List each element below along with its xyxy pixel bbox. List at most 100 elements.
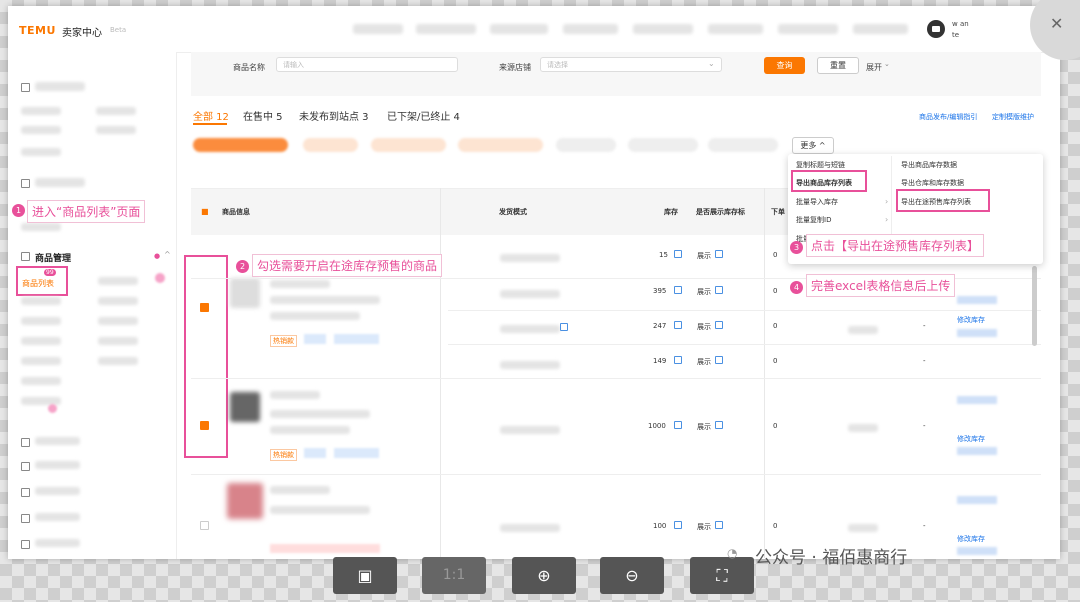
edit-icon[interactable]: [674, 286, 682, 294]
product-thumbnail[interactable]: [230, 392, 260, 422]
edit-stock-link[interactable]: 修改库存: [957, 315, 985, 325]
sidebar-item-blurred[interactable]: [98, 297, 138, 305]
edit-icon[interactable]: [715, 356, 723, 364]
sidebar-section-blurred[interactable]: [35, 487, 80, 495]
edit-icon[interactable]: [715, 321, 723, 329]
edit-icon[interactable]: [674, 521, 682, 529]
edit-icon[interactable]: [674, 356, 682, 364]
fit-screen-button[interactable]: ⛶: [690, 557, 754, 594]
sidebar-item-blurred[interactable]: [98, 317, 138, 325]
actual-size-button[interactable]: 1:1: [422, 557, 486, 594]
sidebar-item-blurred[interactable]: [98, 357, 138, 365]
sidebar-item-blurred[interactable]: [21, 297, 61, 305]
filter-pill-blurred[interactable]: [628, 138, 698, 152]
avatar[interactable]: [927, 20, 945, 38]
row-checkbox[interactable]: [200, 521, 209, 530]
nav-link-blurred[interactable]: [778, 24, 838, 34]
sidebar-item-blurred[interactable]: [21, 377, 61, 385]
tab-on-sale[interactable]: 在售中 5: [243, 108, 283, 123]
product-title-blurred[interactable]: [270, 280, 330, 288]
query-button[interactable]: 查询: [764, 57, 805, 74]
edit-icon[interactable]: [674, 321, 682, 329]
tab-delisted[interactable]: 已下架/已终止 4: [387, 108, 460, 123]
nav-link-blurred[interactable]: [633, 24, 693, 34]
temu-logo[interactable]: TEMU: [19, 24, 56, 37]
edit-stock-link[interactable]: 修改库存: [957, 434, 985, 444]
filter-pill-blurred[interactable]: [193, 138, 288, 152]
sidebar-section-blurred[interactable]: [35, 82, 85, 91]
menu-item-export-warehouse[interactable]: 导出仓库和库存数据: [901, 178, 964, 188]
nav-link-blurred[interactable]: [708, 24, 763, 34]
filter-pill-blurred[interactable]: [371, 138, 446, 152]
row-separator: [448, 310, 1041, 311]
sidebar-section-title[interactable]: 商品管理: [35, 251, 71, 264]
edit-stock-link[interactable]: 修改库存: [957, 534, 985, 544]
product-title-blurred[interactable]: [270, 486, 330, 494]
filter-pill-blurred[interactable]: [556, 138, 616, 152]
menu-item-export-stock-data[interactable]: 导出商品库存数据: [901, 160, 957, 170]
col-divider: [764, 188, 765, 558]
menu-item-batch-copy-id[interactable]: 批量复制ID: [796, 215, 831, 225]
edit-icon[interactable]: [715, 286, 723, 294]
link-blurred[interactable]: [957, 396, 997, 404]
sidebar-section-blurred[interactable]: [35, 539, 80, 547]
reset-button[interactable]: 重置: [817, 57, 859, 74]
sidebar-item-blurred[interactable]: [21, 107, 61, 115]
sidebar-item-blurred[interactable]: [21, 126, 61, 134]
product-title-blurred[interactable]: [270, 391, 320, 399]
tab-unpublished[interactable]: 未发布到站点 3: [299, 108, 369, 123]
nav-link-blurred[interactable]: [490, 24, 548, 34]
sidebar-item-blurred[interactable]: [21, 223, 61, 231]
select-all-checkbox[interactable]: ■: [201, 207, 209, 216]
menu-item-batch-import[interactable]: 批量导入库存: [796, 197, 838, 207]
image-edit-button[interactable]: ▣: [333, 557, 397, 594]
more-button[interactable]: 更多 ^: [792, 137, 834, 154]
template-link[interactable]: 定制模版维护: [992, 112, 1034, 122]
sidebar-section-blurred[interactable]: [35, 461, 80, 469]
menu-item-copy-title[interactable]: 复制标题与短链: [796, 160, 845, 170]
sidebar-item-blurred[interactable]: [21, 148, 61, 156]
sidebar-item-blurred[interactable]: [21, 337, 61, 345]
edit-icon[interactable]: [674, 250, 682, 258]
sidebar-item-blurred[interactable]: [96, 126, 136, 134]
sidebar-section-blurred[interactable]: [35, 178, 85, 187]
sidebar-item-blurred[interactable]: [21, 317, 61, 325]
product-thumbnail[interactable]: [227, 483, 263, 519]
tab-all[interactable]: 全部 12: [193, 108, 229, 123]
link-blurred[interactable]: [957, 296, 997, 304]
sidebar-item-blurred[interactable]: [96, 107, 136, 115]
order-value: 0: [773, 322, 778, 330]
product-name-input[interactable]: 请输入: [276, 57, 458, 72]
link-blurred[interactable]: [957, 447, 997, 455]
link-blurred[interactable]: [957, 496, 997, 504]
nav-link-blurred[interactable]: [563, 24, 618, 34]
more-button-label: 更多: [800, 141, 817, 150]
sidebar-item-blurred[interactable]: [98, 277, 138, 285]
sidebar-section-blurred[interactable]: [35, 513, 80, 521]
expand-button[interactable]: 展开: [866, 62, 882, 73]
sidebar-item-blurred[interactable]: [21, 357, 61, 365]
product-thumbnail[interactable]: [230, 278, 260, 308]
zoom-in-button[interactable]: ⊕: [512, 557, 576, 594]
edit-icon[interactable]: [715, 250, 723, 258]
zoom-out-button[interactable]: ⊖: [600, 557, 664, 594]
scrollbar[interactable]: [1032, 266, 1037, 346]
filter-pill-blurred[interactable]: [458, 138, 543, 152]
close-icon[interactable]: ✕: [1050, 14, 1063, 33]
link-blurred[interactable]: [957, 547, 997, 555]
filter-pill-blurred[interactable]: [708, 138, 778, 152]
nav-link-blurred[interactable]: [353, 24, 403, 34]
source-store-select[interactable]: 请选择: [540, 57, 722, 72]
sidebar-item-blurred[interactable]: [98, 337, 138, 345]
edit-icon[interactable]: [715, 421, 723, 429]
publish-guide-link[interactable]: 商品发布/编辑指引: [919, 112, 977, 122]
edit-icon[interactable]: [715, 521, 723, 529]
nav-link-blurred[interactable]: [853, 24, 908, 34]
filter-pill-blurred[interactable]: [303, 138, 358, 152]
chevron-up-icon[interactable]: ^: [164, 250, 171, 259]
edit-icon[interactable]: [560, 323, 568, 331]
sidebar-section-blurred[interactable]: [35, 437, 80, 445]
nav-link-blurred[interactable]: [416, 24, 476, 34]
link-blurred[interactable]: [957, 329, 997, 337]
edit-icon[interactable]: [674, 421, 682, 429]
